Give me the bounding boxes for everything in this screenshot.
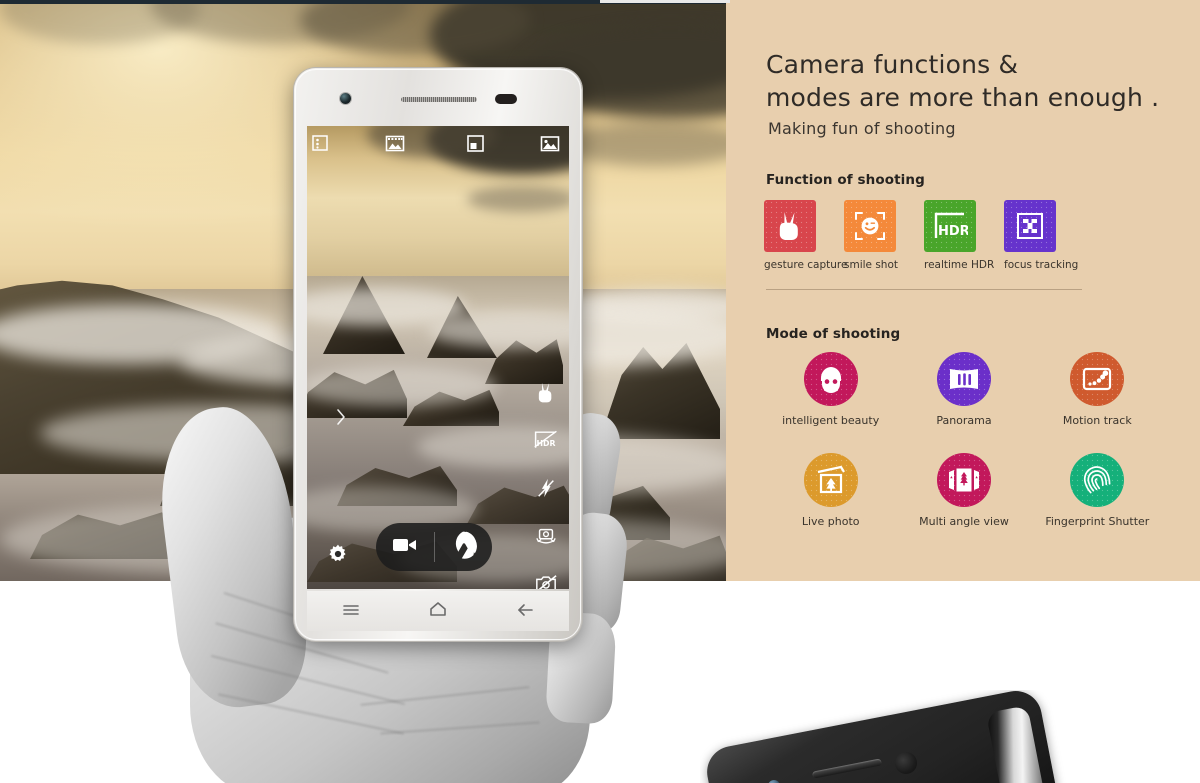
android-navigation-bar	[307, 591, 569, 631]
svg-text:HDR: HDR	[938, 224, 968, 239]
focus-frame-icon	[1004, 200, 1056, 252]
menu-icon[interactable]	[342, 602, 360, 621]
gallery-icon[interactable]	[540, 134, 560, 157]
proximity-sensor	[495, 94, 517, 104]
function-label: focus tracking	[1004, 259, 1079, 271]
section-divider	[766, 289, 1082, 290]
gear-icon[interactable]	[327, 543, 349, 569]
mode-label: Fingerprint Shutter	[1045, 515, 1150, 528]
camera-right-toolbar: HDR	[529, 381, 563, 589]
info-panel: Camera functions & modes are more than e…	[726, 4, 1200, 581]
panel-subheadline: Making fun of shooting	[768, 119, 956, 138]
function-item-smile-shot[interactable]: smile shot	[844, 200, 898, 271]
shutter-aperture-icon	[448, 530, 478, 564]
mode-item-intelligent-beauty[interactable]: intelligent beauty	[764, 352, 897, 427]
chevron-right-icon[interactable]	[335, 408, 347, 430]
mode-item-live-photo[interactable]: Live photo	[764, 453, 897, 528]
mode-item-fingerprint-shutter[interactable]: Fingerprint Shutter	[1031, 453, 1164, 528]
panorama-icon	[936, 352, 991, 406]
hdr-off-icon[interactable]: HDR	[529, 429, 563, 455]
burst-mode-icon[interactable]	[385, 134, 405, 157]
video-record-button[interactable]	[376, 535, 434, 559]
function-item-gesture-capture[interactable]: gesture capture	[764, 200, 848, 271]
filter-icon[interactable]	[311, 134, 329, 156]
mode-label: Live photo	[801, 515, 860, 528]
mode-item-panorama[interactable]: Panorama	[897, 352, 1030, 427]
mode-item-motion-track[interactable]: Motion track	[1031, 352, 1164, 427]
thumb	[150, 400, 314, 714]
back-icon[interactable]	[516, 602, 534, 621]
hand-peace-icon	[764, 200, 816, 252]
panel-headline: Camera functions & modes are more than e…	[766, 48, 1186, 114]
video-camera-icon	[391, 535, 419, 559]
mode-label: Panorama	[936, 414, 992, 427]
headline-line-2: modes are more than enough .	[766, 83, 1160, 112]
motion-track-icon	[1070, 352, 1125, 406]
mode-item-multi-angle-view[interactable]: Multi angle view	[897, 453, 1030, 528]
beauty-face-icon	[803, 352, 858, 406]
multi-angle-icon	[936, 453, 991, 507]
page-root: Camera functions & modes are more than e…	[0, 0, 1200, 783]
smartphone-front: HDR	[294, 68, 582, 641]
no-camera-icon[interactable]	[529, 573, 563, 589]
function-icon-row: gesture capture smile shot HDR realtime …	[764, 200, 1184, 271]
function-item-focus-tracking[interactable]: focus tracking	[1004, 200, 1079, 271]
switch-camera-icon[interactable]	[529, 525, 563, 551]
shutter-button[interactable]	[435, 530, 493, 564]
smile-face-icon	[844, 200, 896, 252]
mode-label: Multi angle view	[919, 515, 1009, 528]
phone-screen: HDR	[307, 126, 569, 589]
live-photo-icon	[803, 453, 858, 507]
flash-off-icon[interactable]	[529, 477, 563, 503]
aspect-ratio-icon[interactable]	[466, 134, 485, 157]
earpiece-speaker	[401, 97, 477, 102]
function-item-realtime-hdr[interactable]: HDR realtime HDR	[924, 200, 995, 271]
top-strip-light-segment	[600, 0, 730, 3]
section-title-mode: Mode of shooting	[766, 326, 901, 342]
home-icon[interactable]	[429, 601, 447, 621]
fingerprint-icon	[1070, 453, 1125, 507]
headline-line-1: Camera functions &	[766, 50, 1019, 79]
viewfinder-cloud	[467, 186, 569, 212]
front-camera	[340, 93, 351, 104]
function-label: gesture capture	[764, 259, 848, 271]
function-label: realtime HDR	[924, 259, 995, 271]
mode-label: intelligent beauty	[782, 414, 880, 427]
smartphone-black-edge	[700, 690, 1120, 783]
mode-label: Motion track	[1062, 414, 1132, 427]
camera-action-bar	[376, 523, 492, 571]
section-title-function: Function of shooting	[766, 172, 925, 188]
mode-icon-grid: intelligent beauty Panorama Motion track…	[764, 352, 1164, 528]
camera-top-toolbar	[307, 134, 569, 160]
hand-gesture-icon[interactable]	[529, 381, 563, 407]
function-label: smile shot	[844, 259, 898, 271]
hdr-icon: HDR	[924, 200, 976, 252]
